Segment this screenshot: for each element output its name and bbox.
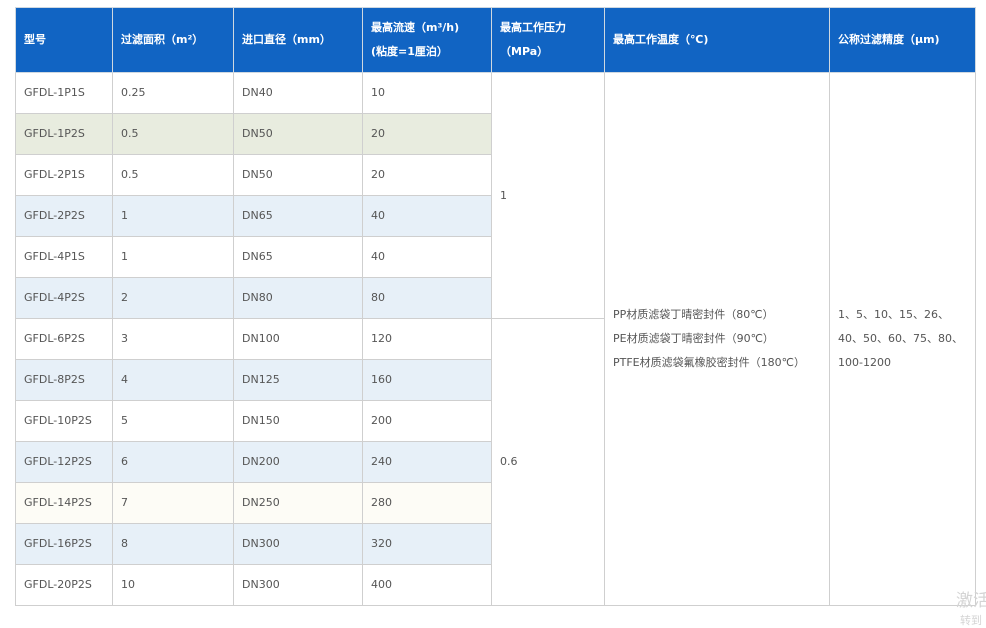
cell-temperature: PP材质滤袋丁晴密封件（80℃） PE材质滤袋丁晴密封件（90℃） PTFE材质滤袋… bbox=[604, 72, 830, 606]
temperature-line: PTFE材质滤袋氟橡胶密封件（180℃） bbox=[613, 356, 805, 369]
cell-inlet: DN65 bbox=[233, 236, 363, 278]
cell-model: GFDL-1P2S bbox=[15, 113, 113, 155]
cell-inlet: DN125 bbox=[233, 359, 363, 401]
cell-inlet: DN250 bbox=[233, 482, 363, 524]
cell-flow: 160 bbox=[362, 359, 492, 401]
cell-area: 0.5 bbox=[112, 154, 234, 196]
cell-inlet: DN65 bbox=[233, 195, 363, 237]
cell-area: 0.5 bbox=[112, 113, 234, 155]
cell-precision: 1、5、10、15、26、 40、50、60、75、80、 100-1200 bbox=[829, 72, 976, 606]
header-flow-line: 最高流速（m³/h) bbox=[371, 21, 460, 34]
cell-model: GFDL-14P2S bbox=[15, 482, 113, 524]
cell-flow: 20 bbox=[362, 154, 492, 196]
table-row: GFDL-1P1S 0.25 DN40 10 1 PP材质滤袋丁晴密封件（80℃） PE材质… bbox=[15, 72, 976, 606]
cell-pressure: 0.6 bbox=[491, 318, 605, 606]
cell-model: GFDL-8P2S bbox=[15, 359, 113, 401]
table-body: GFDL-1P1S 0.25 DN40 10 1 PP材质滤袋丁晴密封件（80℃） PE材质… bbox=[15, 72, 976, 606]
precision-line: 40、50、60、75、80、 bbox=[838, 332, 963, 345]
cell-model: GFDL-20P2S bbox=[15, 564, 113, 606]
header-inlet-line: 进口直径（mm） bbox=[242, 33, 331, 46]
cell-flow: 40 bbox=[362, 236, 492, 278]
cell-flow: 200 bbox=[362, 400, 492, 442]
cell-model: GFDL-10P2S bbox=[15, 400, 113, 442]
precision-line: 100-1200 bbox=[838, 356, 891, 369]
cell-flow: 240 bbox=[362, 441, 492, 483]
header-model: 型号 bbox=[15, 7, 113, 73]
cell-model: GFDL-12P2S bbox=[15, 441, 113, 483]
cell-area: 10 bbox=[112, 564, 234, 606]
cell-model: GFDL-2P2S bbox=[15, 195, 113, 237]
activation-watermark-sub: 转到 bbox=[960, 614, 982, 627]
cell-area: 2 bbox=[112, 277, 234, 319]
cell-area: 6 bbox=[112, 441, 234, 483]
spec-table: 型号 过滤面积（m²） 进口直径（mm） 最高流速（m³/h) (粘度=1厘泊） 最高工作… bbox=[15, 7, 976, 606]
cell-area: 1 bbox=[112, 236, 234, 278]
cell-inlet: DN300 bbox=[233, 523, 363, 565]
cell-model: GFDL-4P2S bbox=[15, 277, 113, 319]
cell-area: 0.25 bbox=[112, 72, 234, 114]
cell-area: 5 bbox=[112, 400, 234, 442]
header-temperature-line: 最高工作温度（℃) bbox=[613, 33, 709, 46]
cell-flow: 280 bbox=[362, 482, 492, 524]
cell-inlet: DN50 bbox=[233, 113, 363, 155]
cell-inlet: DN40 bbox=[233, 72, 363, 114]
temperature-line: PP材质滤袋丁晴密封件（80℃） bbox=[613, 308, 774, 321]
cell-model: GFDL-4P1S bbox=[15, 236, 113, 278]
header-model-line: 型号 bbox=[24, 33, 46, 46]
cell-inlet: DN80 bbox=[233, 277, 363, 319]
header-area: 过滤面积（m²） bbox=[112, 7, 234, 73]
cell-inlet: DN50 bbox=[233, 154, 363, 196]
precision-line: 1、5、10、15、26、 bbox=[838, 308, 949, 321]
header-area-line: 过滤面积（m²） bbox=[121, 33, 204, 46]
cell-model: GFDL-6P2S bbox=[15, 318, 113, 360]
cell-area: 7 bbox=[112, 482, 234, 524]
header-inlet: 进口直径（mm） bbox=[233, 7, 363, 73]
header-row: 型号 过滤面积（m²） 进口直径（mm） 最高流速（m³/h) (粘度=1厘泊） 最高工作… bbox=[15, 7, 976, 73]
cell-pressure: 1 bbox=[491, 72, 605, 319]
header-temperature: 最高工作温度（℃) bbox=[604, 7, 830, 73]
cell-inlet: DN150 bbox=[233, 400, 363, 442]
header-precision: 公称过滤精度（μm) bbox=[829, 7, 976, 73]
cell-flow: 320 bbox=[362, 523, 492, 565]
header-pressure-line: 最高工作压力 bbox=[500, 21, 566, 34]
cell-flow: 20 bbox=[362, 113, 492, 155]
cell-model: GFDL-16P2S bbox=[15, 523, 113, 565]
cell-flow: 40 bbox=[362, 195, 492, 237]
activation-watermark: 激活 bbox=[956, 591, 986, 611]
header-flow-line: (粘度=1厘泊） bbox=[371, 45, 448, 58]
cell-flow: 80 bbox=[362, 277, 492, 319]
header-pressure-line: （MPa） bbox=[500, 45, 549, 58]
header-flow: 最高流速（m³/h) (粘度=1厘泊） bbox=[362, 7, 492, 73]
temperature-line: PE材质滤袋丁晴密封件（90℃） bbox=[613, 332, 774, 345]
cell-inlet: DN100 bbox=[233, 318, 363, 360]
cell-area: 4 bbox=[112, 359, 234, 401]
cell-flow: 400 bbox=[362, 564, 492, 606]
cell-area: 8 bbox=[112, 523, 234, 565]
header-precision-line: 公称过滤精度（μm) bbox=[838, 33, 940, 46]
header-pressure: 最高工作压力 （MPa） bbox=[491, 7, 605, 73]
cell-area: 1 bbox=[112, 195, 234, 237]
cell-flow: 10 bbox=[362, 72, 492, 114]
cell-area: 3 bbox=[112, 318, 234, 360]
cell-inlet: DN300 bbox=[233, 564, 363, 606]
cell-flow: 120 bbox=[362, 318, 492, 360]
cell-inlet: DN200 bbox=[233, 441, 363, 483]
cell-model: GFDL-2P1S bbox=[15, 154, 113, 196]
cell-model: GFDL-1P1S bbox=[15, 72, 113, 114]
